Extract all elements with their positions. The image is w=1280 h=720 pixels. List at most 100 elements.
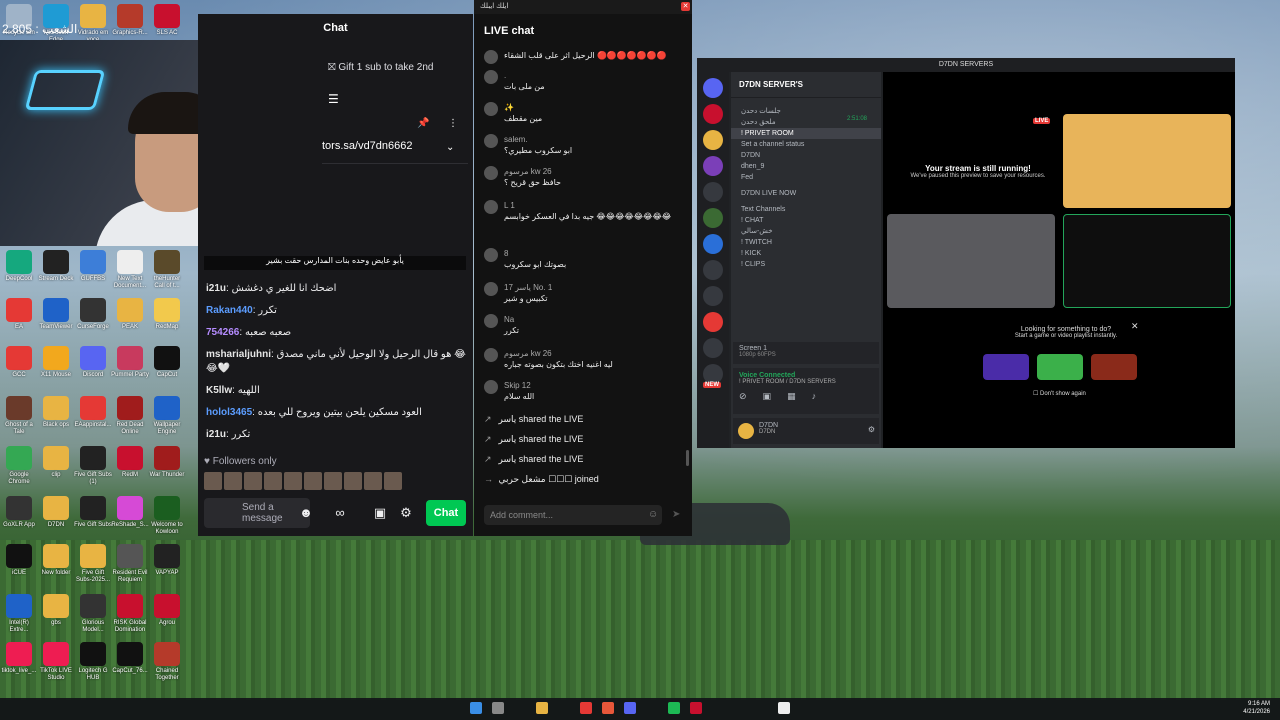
desktop-icon[interactable]: EAappinstal... (74, 396, 112, 429)
desktop-icon[interactable]: Agrou (148, 594, 186, 627)
add-comment-input[interactable]: Add comment... (484, 505, 662, 525)
dont-show-again-checkbox[interactable]: ☐ Don't show again (1033, 390, 1086, 397)
channel-item[interactable]: ! PRIVET ROOM (731, 128, 881, 139)
pin-icon[interactable]: 📌 (417, 118, 429, 129)
participant-tile-2[interactable] (887, 214, 1055, 308)
chevron-down-icon[interactable]: ⌄ (446, 142, 454, 153)
desktop-icon[interactable]: Pummel Party (111, 346, 149, 379)
desktop-icon[interactable]: Five Gift Subs (1) (74, 446, 112, 486)
desktop-icon[interactable]: Welcome to Kowloon (148, 496, 186, 536)
desktop-icon[interactable]: Intel(R) Extre... (0, 594, 38, 634)
soundboard-icon[interactable]: ♪ (812, 391, 817, 402)
desktop-icon[interactable]: ReShade_S... (111, 496, 149, 529)
channel-item[interactable]: ! KICK (731, 248, 881, 259)
desktop-icon[interactable]: CapCut (148, 346, 186, 379)
desktop-icon[interactable]: Glorious Model... (74, 594, 112, 634)
desktop-icon[interactable]: Chained Together (148, 642, 186, 682)
channel-item[interactable]: Set a channel status (731, 139, 881, 150)
channel-item[interactable]: ! TWITCH (731, 237, 881, 248)
activity-icon[interactable]: ▦ (787, 391, 796, 402)
desktop-icon[interactable]: War Thunder (148, 446, 186, 479)
desktop-icon[interactable]: RISK Global Domination (111, 594, 149, 634)
comment-user[interactable]: Na (484, 314, 680, 325)
desktop-icon[interactable]: New folder (37, 544, 75, 577)
pinned-link[interactable]: tors.sa/vd7dn6662 (322, 140, 413, 152)
avatar[interactable] (484, 50, 498, 64)
avatar[interactable] (484, 134, 498, 148)
settings-icon[interactable]: ⚙ (396, 501, 416, 525)
desktop-icon[interactable]: gbs (37, 594, 75, 627)
desktop-icon[interactable]: Graphics-R... (111, 4, 149, 37)
desktop-icon[interactable]: New Text Document... (111, 250, 149, 290)
comment-user[interactable]: مرسوم kw 26 (484, 348, 680, 359)
clock[interactable]: 9:16 AM 4/21/2026 (1243, 700, 1270, 716)
desktop-icon[interactable]: GUFFBS (74, 250, 112, 283)
desktop-icon[interactable]: TeamViewer (37, 298, 75, 331)
avatar[interactable] (484, 102, 498, 116)
screen-share-row[interactable]: Screen 1 1080p 60FPS (733, 342, 879, 364)
participant-tile-3[interactable] (1063, 214, 1231, 308)
desktop-icon[interactable]: clip (37, 446, 75, 479)
desktop-icon[interactable]: D7DN (37, 496, 75, 529)
comment-user[interactable]: 8 (484, 248, 680, 259)
chat-username[interactable]: K5llw (206, 385, 232, 396)
search-icon[interactable] (492, 702, 504, 714)
desktop-icon[interactable]: SLS AC (148, 4, 186, 37)
desktop-icon[interactable]: RedMap (148, 298, 186, 331)
desktop-icon[interactable]: Resident Evil Requiem (111, 544, 149, 584)
avatar[interactable] (484, 348, 498, 362)
desktop-icon[interactable]: GoXLR App (0, 496, 38, 529)
send-icon[interactable]: ➤ (672, 509, 680, 520)
desktop-icon[interactable]: tiktok_live_... (0, 642, 38, 675)
comment-user[interactable]: Skip 12 (484, 380, 680, 391)
desktop-icon[interactable]: Ghost of a Tale (0, 396, 38, 436)
chat-username[interactable]: i21u (206, 429, 226, 440)
close-icon[interactable]: ✕ (681, 2, 690, 11)
avatar[interactable] (484, 282, 498, 296)
avatar[interactable] (484, 380, 498, 394)
chat-username[interactable]: msharialjuhni (206, 349, 271, 360)
desktop-icon[interactable]: Five Gift Subs (74, 496, 112, 529)
channel-item[interactable]: ! CLIPS (731, 259, 881, 270)
chat-username[interactable]: holol3465 (206, 407, 252, 418)
desktop-icon[interactable]: Logitech G HUB (74, 642, 112, 682)
brave-icon[interactable] (602, 702, 614, 714)
comment-user[interactable]: salem. (484, 134, 680, 145)
comment-user[interactable]: L 1 (484, 200, 680, 211)
desktop-icon[interactable]: theHunter Call of t... (148, 250, 186, 290)
send-message-input[interactable]: Send a message (204, 498, 310, 528)
desktop-icon[interactable]: Five Gift Subs-2025... (74, 544, 112, 584)
channel-item[interactable]: Text Channels (731, 204, 881, 215)
desktop-icon[interactable]: iCUE (0, 544, 38, 577)
channel-item[interactable]: D7DN LIVE NOW (731, 188, 881, 199)
share-user[interactable]: ياسر (499, 454, 517, 464)
settings-icon[interactable]: ⚙ (868, 425, 875, 434)
folder-icon[interactable] (536, 702, 548, 714)
desktop-icon[interactable]: Red Dead Online (111, 396, 149, 436)
gift-sub-link[interactable]: ⛝ Gift 1 sub to take 2nd (328, 62, 433, 73)
comment-user[interactable]: ✨ (484, 102, 680, 113)
bits-icon[interactable]: ∞ (330, 501, 350, 525)
scrollbar[interactable] (686, 450, 689, 466)
desktop-icon[interactable]: EA (0, 298, 38, 331)
spotify-icon[interactable] (668, 702, 680, 714)
avatar[interactable] (484, 314, 498, 328)
channel-item[interactable]: ! CHAT (731, 215, 881, 226)
share-user[interactable]: ياسر (499, 414, 517, 424)
avatar[interactable] (484, 166, 498, 180)
game-tile[interactable] (1037, 354, 1083, 380)
start-icon[interactable] (470, 702, 482, 714)
comment-user[interactable]: . (484, 70, 680, 81)
desktop-icon[interactable]: Black ops (37, 396, 75, 429)
camera-off-icon[interactable]: ⊘ (739, 391, 747, 402)
channel-item[interactable]: dhen_9 (731, 161, 881, 172)
emoji-icon[interactable]: ☺ (648, 509, 658, 520)
chat-username[interactable]: Rakan440 (206, 305, 253, 316)
desktop-icon[interactable]: Stream Deck (37, 250, 75, 283)
channel-item[interactable]: خش-سالي (731, 226, 881, 237)
chrome-icon[interactable] (580, 702, 592, 714)
chat-username[interactable]: i21u (206, 283, 226, 294)
participant-tile-1[interactable] (1063, 114, 1231, 208)
comment-user[interactable]: ياسر 17 No. 1 (484, 282, 680, 293)
desktop-icon[interactable]: Vidrado em voce (74, 4, 112, 44)
